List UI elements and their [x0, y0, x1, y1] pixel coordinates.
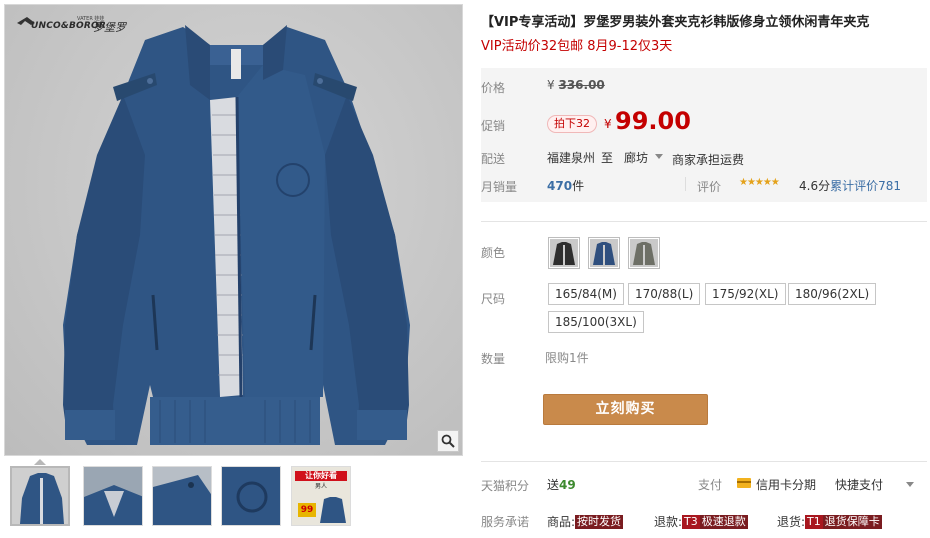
- points-prefix: 送: [547, 478, 560, 492]
- service-return-code: T1: [805, 515, 823, 529]
- promo-banner-headline: 让你好看: [295, 471, 347, 481]
- original-price-currency: ¥: [547, 78, 555, 92]
- brand-name-cn: 罗堡罗: [93, 21, 126, 34]
- reviews-label: 累计评价: [830, 179, 879, 193]
- reviews-count: 781: [878, 179, 902, 193]
- product-subtitle: VIP活动价32包邮 8月9-12仅3天: [481, 39, 673, 54]
- shipping-label: 配送: [481, 152, 506, 166]
- points-label: 天猫积分: [481, 479, 530, 493]
- monthly-sales-value: 470件: [547, 177, 584, 194]
- shipping-destination-select[interactable]: 廊坊: [624, 149, 648, 166]
- rating-label: 评价: [697, 180, 722, 194]
- points-amount: 49: [559, 478, 576, 492]
- quantity-limit: 限购1件: [545, 351, 589, 365]
- color-swatch-black[interactable]: [548, 237, 580, 269]
- service-goods-badge[interactable]: 按时发货: [575, 515, 624, 529]
- magnifier-icon[interactable]: [437, 430, 459, 452]
- chevron-down-icon[interactable]: [655, 154, 663, 159]
- size-option-2xl[interactable]: 180/96(2XL): [788, 283, 877, 305]
- promotion-price: 99.00: [615, 107, 691, 135]
- service-refund-label: 退款:: [654, 515, 683, 529]
- divider: [685, 177, 686, 191]
- original-price: ¥ 336.00: [547, 78, 605, 92]
- service-refund-badge[interactable]: 极速退款: [699, 515, 748, 529]
- price-label: 价格: [481, 81, 506, 95]
- size-label: 尺码: [481, 292, 506, 306]
- monthly-sales-unit: 件: [572, 179, 585, 193]
- size-option-xl[interactable]: 175/92(XL): [705, 283, 786, 305]
- promotion-label: 促销: [481, 119, 506, 133]
- service-goods-label: 商品:: [547, 515, 576, 529]
- quantity-label: 数量: [481, 352, 506, 366]
- promo-banner-price: 99: [298, 503, 316, 517]
- service-return-label: 退货:: [777, 515, 806, 529]
- original-price-value: 336.00: [558, 78, 605, 92]
- shipping-fee-note: 商家承担运费: [672, 153, 745, 167]
- shipping-to-word: 至: [601, 151, 614, 165]
- payment-label: 支付: [698, 478, 723, 492]
- divider: [481, 461, 927, 462]
- rating-score: 4.6分: [799, 179, 831, 193]
- service-return: 退货: T1 退货保障卡: [777, 513, 882, 530]
- rating-summary[interactable]: 4.6分累计评价781: [799, 177, 901, 194]
- monthly-sales-label: 月销量: [481, 180, 518, 194]
- service-refund: 退款: T3 极速退款: [654, 513, 748, 530]
- color-swatch-grey[interactable]: [628, 237, 660, 269]
- main-product-image[interactable]: UNCO&BOROR VATER 娃娃 罗堡罗: [4, 4, 463, 456]
- thumbnail-selected-caret: [34, 459, 46, 465]
- color-swatch-blue[interactable]: [588, 237, 620, 269]
- payment-credit-card[interactable]: 信用卡分期: [756, 476, 816, 493]
- points-value: 送49: [547, 476, 576, 493]
- payment-quick-pay[interactable]: 快捷支付: [835, 476, 883, 493]
- monthly-sales-count: 470: [547, 179, 573, 193]
- credit-card-icon: [737, 478, 751, 488]
- promotion-tag: 拍下32: [547, 115, 597, 133]
- service-refund-code: T3: [682, 515, 700, 529]
- size-option-m[interactable]: 165/84(M): [548, 283, 624, 305]
- shipping-from: 福建泉州: [547, 151, 596, 165]
- size-option-l[interactable]: 170/88(L): [628, 283, 701, 305]
- product-title: 【VIP专享活动】罗堡罗男装外套夹克衫韩版修身立领休闲青年夹克: [481, 15, 870, 30]
- thumbnail-strip: 让你好看 男人 99: [10, 466, 462, 528]
- chevron-down-icon[interactable]: [906, 482, 914, 487]
- promotion-currency: ¥: [604, 117, 612, 131]
- promo-banner-subline: 男人: [314, 483, 327, 490]
- divider: [481, 221, 927, 222]
- color-label: 颜色: [481, 246, 506, 260]
- thumbnail-promo-banner[interactable]: 让你好看 男人 99: [291, 466, 351, 526]
- service-goods: 商品: 按时发货: [547, 513, 624, 530]
- thumbnail-shoulder[interactable]: [152, 466, 212, 526]
- service-return-badge[interactable]: 退货保障卡: [822, 515, 882, 529]
- buy-now-button[interactable]: 立刻购买: [543, 394, 708, 425]
- service-label: 服务承诺: [481, 515, 530, 529]
- thumbnail-embroidery[interactable]: [221, 466, 281, 526]
- star-rating-icon: ★★★★★: [739, 177, 780, 188]
- jacket-illustration: [63, 25, 410, 445]
- size-option-3xl[interactable]: 185/100(3XL): [548, 311, 644, 333]
- thumbnail-collar[interactable]: [83, 466, 143, 526]
- thumbnail-front[interactable]: [10, 466, 70, 526]
